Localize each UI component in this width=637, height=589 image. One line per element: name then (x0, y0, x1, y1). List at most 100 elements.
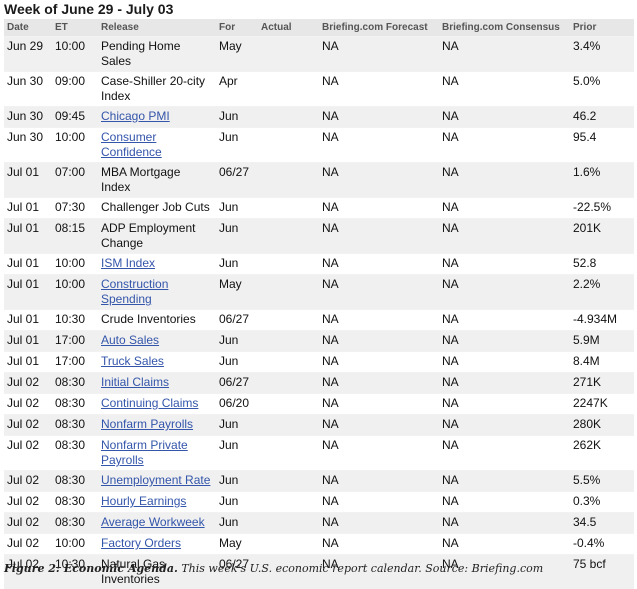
column-header-et: ET (52, 19, 98, 37)
column-header-for: For (216, 19, 258, 37)
cell-prior: -22.5% (570, 198, 634, 219)
cell-consensus: NA (439, 219, 570, 254)
cell-prior: 5.9M (570, 331, 634, 352)
cell-release: Case-Shiller 20-city Index (98, 72, 216, 107)
cell-consensus: NA (439, 394, 570, 415)
table-row: Jul 0110:00Construction SpendingMayNANA2… (4, 275, 634, 310)
cell-prior: 34.5 (570, 513, 634, 534)
cell-forecast: NA (319, 471, 439, 492)
cell-forecast: NA (319, 198, 439, 219)
cell-date: Jun 30 (4, 72, 52, 107)
cell-forecast: NA (319, 436, 439, 471)
table-row: Jul 0110:30Crude Inventories06/27NANA-4.… (4, 310, 634, 331)
cell-for: Jun (216, 128, 258, 163)
cell-prior: 2247K (570, 394, 634, 415)
cell-et: 07:00 (52, 163, 98, 198)
cell-et: 09:45 (52, 107, 98, 128)
cell-actual (258, 394, 319, 415)
figure-caption: Figure 2: Economic Agenda. This week's U… (4, 562, 543, 575)
cell-release: Truck Sales (98, 352, 216, 373)
cell-et: 10:00 (52, 128, 98, 163)
cell-release: Unemployment Rate (98, 471, 216, 492)
cell-prior: -0.4% (570, 534, 634, 555)
cell-consensus: NA (439, 436, 570, 471)
release-link[interactable]: Auto Sales (101, 333, 159, 347)
caption-label: Figure 2: Economic Agenda. (4, 562, 178, 575)
cell-date: Jul 01 (4, 198, 52, 219)
cell-actual (258, 310, 319, 331)
cell-et: 10:30 (52, 310, 98, 331)
cell-actual (258, 492, 319, 513)
cell-et: 10:00 (52, 254, 98, 275)
release-link[interactable]: ISM Index (101, 256, 155, 270)
cell-forecast: NA (319, 513, 439, 534)
cell-et: 08:30 (52, 492, 98, 513)
cell-forecast: NA (319, 415, 439, 436)
column-header-consensus: Briefing.com Consensus (439, 19, 570, 37)
cell-date: Jul 01 (4, 163, 52, 198)
cell-for: Jun (216, 107, 258, 128)
cell-release: Auto Sales (98, 331, 216, 352)
cell-release: Initial Claims (98, 373, 216, 394)
table-row: Jul 0107:00MBA Mortgage Index06/27NANA1.… (4, 163, 634, 198)
release-link[interactable]: Chicago PMI (101, 109, 170, 123)
cell-consensus: NA (439, 492, 570, 513)
cell-prior: 280K (570, 415, 634, 436)
cell-actual (258, 415, 319, 436)
cell-prior: 8.4M (570, 352, 634, 373)
cell-actual (258, 254, 319, 275)
cell-for: Jun (216, 415, 258, 436)
cell-et: 17:00 (52, 331, 98, 352)
release-link[interactable]: Continuing Claims (101, 396, 198, 410)
cell-for: May (216, 37, 258, 72)
cell-prior: 75 bcf (570, 555, 634, 589)
cell-release: MBA Mortgage Index (98, 163, 216, 198)
cell-et: 07:30 (52, 198, 98, 219)
cell-prior: 95.4 (570, 128, 634, 163)
release-link[interactable]: Construction Spending (101, 277, 168, 306)
cell-forecast: NA (319, 72, 439, 107)
cell-actual (258, 471, 319, 492)
release-link[interactable]: Consumer Confidence (101, 130, 162, 159)
cell-actual (258, 275, 319, 310)
cell-actual (258, 352, 319, 373)
release-link[interactable]: Initial Claims (101, 375, 169, 389)
release-link[interactable]: Unemployment Rate (101, 473, 210, 487)
cell-et: 08:30 (52, 373, 98, 394)
cell-forecast: NA (319, 254, 439, 275)
release-link[interactable]: Factory Orders (101, 536, 181, 550)
cell-et: 08:30 (52, 436, 98, 471)
release-link[interactable]: Truck Sales (101, 354, 164, 368)
cell-for: Jun (216, 219, 258, 254)
cell-forecast: NA (319, 219, 439, 254)
cell-date: Jul 02 (4, 436, 52, 471)
cell-prior: 2.2% (570, 275, 634, 310)
table-header-row: Date ET Release For Actual Briefing.com … (4, 19, 634, 37)
release-link[interactable]: Average Workweek (101, 515, 205, 529)
table-row: Jul 0117:00Auto SalesJunNANA5.9M (4, 331, 634, 352)
cell-actual (258, 331, 319, 352)
cell-forecast: NA (319, 107, 439, 128)
table-row: Jul 0208:30Hourly EarningsJunNANA0.3% (4, 492, 634, 513)
cell-for: Jun (216, 331, 258, 352)
release-link[interactable]: Nonfarm Private Payrolls (101, 438, 188, 467)
cell-forecast: NA (319, 275, 439, 310)
cell-actual (258, 72, 319, 107)
cell-for: Jun (216, 471, 258, 492)
table-row: Jul 0208:30Initial Claims06/27NANA271K (4, 373, 634, 394)
release-link[interactable]: Nonfarm Payrolls (101, 417, 193, 431)
cell-for: Jun (216, 492, 258, 513)
cell-forecast: NA (319, 352, 439, 373)
cell-date: Jul 01 (4, 254, 52, 275)
cell-forecast: NA (319, 394, 439, 415)
table-row: Jul 0210:00Factory OrdersMayNANA-0.4% (4, 534, 634, 555)
cell-consensus: NA (439, 471, 570, 492)
cell-release: Challenger Job Cuts (98, 198, 216, 219)
cell-release: Crude Inventories (98, 310, 216, 331)
cell-actual (258, 534, 319, 555)
cell-for: 06/27 (216, 310, 258, 331)
table-row: Jun 2910:00Pending Home SalesMayNANA3.4% (4, 37, 634, 72)
cell-actual (258, 37, 319, 72)
release-link[interactable]: Hourly Earnings (101, 494, 186, 508)
cell-actual (258, 219, 319, 254)
